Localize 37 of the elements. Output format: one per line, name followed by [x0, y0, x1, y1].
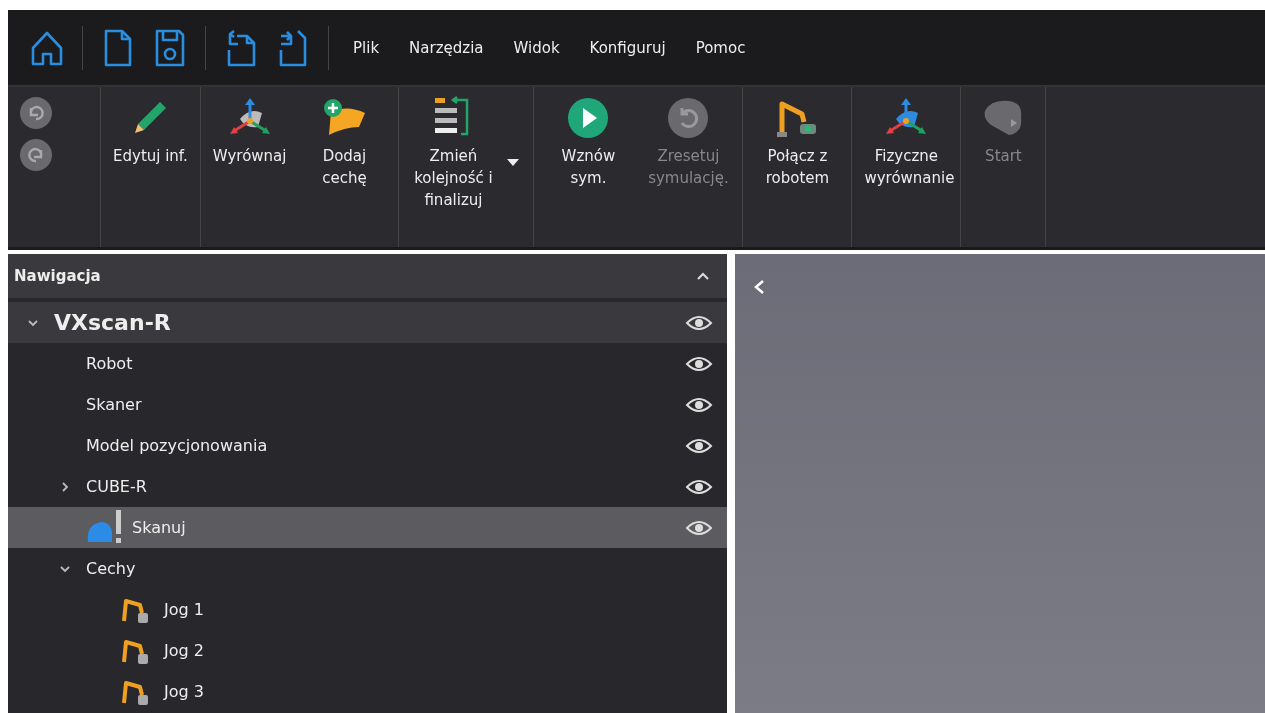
chevron-icon[interactable]	[28, 317, 38, 328]
menu-item[interactable]: Pomoc	[683, 38, 758, 57]
eye-icon[interactable]	[685, 395, 713, 414]
tree-item[interactable]: Robot	[8, 343, 727, 384]
tree-item[interactable]: Jog 3	[8, 671, 727, 712]
ribbon-button[interactable]: Fizyczne wyrównanie	[856, 87, 957, 247]
reset-icon	[667, 97, 710, 139]
eye-icon[interactable]	[685, 313, 713, 332]
chevron-icon[interactable]	[60, 481, 70, 492]
collapse-panel-icon[interactable]	[753, 280, 765, 294]
tree-item[interactable]: Cechy	[8, 548, 727, 589]
ribbon-button[interactable]: Wyrównaj	[204, 87, 295, 247]
tree-item[interactable]: Jog 2	[8, 630, 727, 671]
eye-icon[interactable]	[685, 354, 713, 373]
menu-item[interactable]: Konfiguruj	[577, 38, 678, 57]
menu-item[interactable]: Plik	[341, 38, 392, 57]
menu-item[interactable]: Widok	[501, 38, 572, 57]
tree-item[interactable]: Jog 1	[8, 589, 727, 630]
tree-item[interactable]: Skaner	[8, 384, 727, 425]
ribbon-button[interactable]: Wznów sym.	[538, 87, 639, 247]
tree-item[interactable]: Skanuj	[8, 507, 727, 548]
ribbon-button[interactable]: Dodaj cechę	[294, 87, 395, 247]
tree-item[interactable]: VXscan-R	[8, 302, 727, 343]
undo-icon	[26, 103, 46, 123]
ribbon-button[interactable]: Zmień kolejność i finalizuj	[403, 87, 530, 247]
tree-item[interactable]: CUBE-R	[8, 466, 727, 507]
ribbon-button[interactable]: Połącz z robotem	[747, 87, 848, 247]
eye-icon[interactable]	[685, 518, 713, 537]
collapse-icon[interactable]	[697, 272, 709, 280]
menu-item[interactable]: Narzędzia	[397, 38, 496, 57]
tree-item[interactable]: Model pozycjonowania	[8, 425, 727, 466]
panel-title: Nawigacja	[14, 267, 101, 285]
eye-icon[interactable]	[685, 477, 713, 496]
play-icon	[567, 97, 610, 139]
eye-icon[interactable]	[685, 436, 713, 455]
ribbon-button[interactable]: Edytuj inf.	[105, 87, 196, 247]
chevron-icon[interactable]	[60, 563, 70, 574]
